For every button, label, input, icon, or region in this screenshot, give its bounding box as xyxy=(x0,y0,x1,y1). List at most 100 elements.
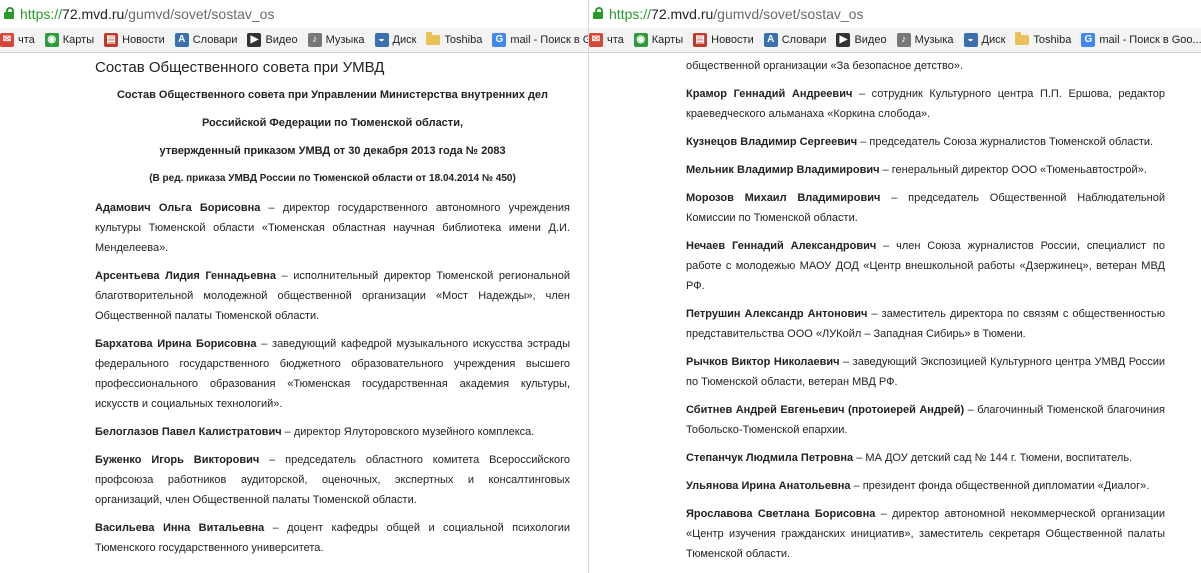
member-entry: Бархатова Ирина Борисовна – заведующий к… xyxy=(95,334,570,414)
mail-icon: ✉ xyxy=(589,33,603,47)
document-heading-revision: (В ред. приказа УМВД России по Тюменской… xyxy=(149,173,516,184)
bookmark-item[interactable]: ▶ Видео xyxy=(247,28,298,52)
document-heading-line-3: утвержденный приказом УМВД от 30 декабря… xyxy=(159,145,506,157)
member-entry: Крамор Геннадий Андреевич – сотрудник Ку… xyxy=(686,84,1165,124)
bookmark-item[interactable]: ◒ Диск xyxy=(963,28,1005,52)
bookmark-item[interactable]: Gmail - Поиск в Goo... xyxy=(492,28,588,52)
member-entry: Арсентьева Лидия Геннадьевна – исполните… xyxy=(95,266,570,326)
bookmark-label: Словари xyxy=(781,34,827,46)
bookmark-item[interactable]: A Словари xyxy=(174,28,238,52)
bookmark-label: mail - Поиск в Goo... xyxy=(510,34,588,46)
google-icon: G xyxy=(1081,33,1096,47)
bookmark-label: Toshiba xyxy=(444,34,483,46)
bookmark-label: mail - Поиск в Goo... xyxy=(1099,34,1201,46)
member-entry: Нечаев Геннадий Александрович – член Сою… xyxy=(686,236,1165,296)
bookmark-label: чта xyxy=(607,34,624,46)
bookmark-item[interactable]: ◉ Карты xyxy=(633,28,684,52)
video-icon: ▶ xyxy=(836,33,851,47)
page-title: Состав Общественного совета при УМВД xyxy=(95,59,385,76)
disk-icon: ◒ xyxy=(963,33,978,47)
bookmark-item[interactable]: ▤ Новости xyxy=(104,28,165,52)
member-list: Крамор Геннадий Андреевич – сотрудник Ку… xyxy=(686,84,1165,564)
url-path: /gumvd/sovet/sostav_os xyxy=(713,6,864,22)
member-description: – генеральный директор ООО «Тюменьавтост… xyxy=(879,164,1147,176)
news-icon: ▤ xyxy=(693,33,708,47)
member-entry: Кузнецов Владимир Сергеевич – председате… xyxy=(686,132,1165,152)
member-entry: Васильева Инна Витальевна – доцент кафед… xyxy=(95,518,570,558)
lock-icon xyxy=(4,7,14,19)
folder-icon xyxy=(426,32,441,45)
url-path: /gumvd/sovet/sostav_os xyxy=(124,6,275,22)
member-entry: Морозов Михаил Владимирович – председате… xyxy=(686,188,1165,228)
music-icon: ♪ xyxy=(307,33,322,47)
bookmark-label: Новости xyxy=(122,34,165,46)
bookmark-item[interactable]: Toshiba xyxy=(426,28,482,52)
page-content: Состав Общественного совета при УМВД Сос… xyxy=(0,52,588,573)
bookmark-item[interactable]: ♪ Музыка xyxy=(307,28,365,52)
member-name: Бархатова Ирина Борисовна xyxy=(95,338,257,350)
member-name: Ульянова Ирина Анатольевна xyxy=(686,480,851,492)
browser-window-left: https://72.mvd.ru/gumvd/sovet/sostav_os … xyxy=(0,0,588,573)
member-entry: Рычков Виктор Николаевич – заведующий Эк… xyxy=(686,352,1165,392)
member-description: – председатель Союза журналистов Тюменск… xyxy=(857,136,1154,148)
bookmarks-bar: ✉ чта ◉ Карты ▤ Новости A Словари ▶ Видео ♪ Музыка ◒… xyxy=(0,28,588,53)
member-name: Морозов Михаил Владимирович xyxy=(686,192,881,204)
bookmark-item[interactable]: Gmail - Поиск в Goo... xyxy=(1081,28,1201,52)
dictionary-icon: A xyxy=(763,33,778,47)
bookmark-item[interactable]: Toshiba xyxy=(1015,28,1071,52)
page-content: общественной организации «За безопасное … xyxy=(589,52,1201,573)
bookmark-item[interactable]: ◉ Карты xyxy=(44,28,95,52)
url-host: 72.mvd.ru xyxy=(62,6,125,22)
member-name: Адамович Ольга Борисовна xyxy=(95,202,261,214)
url-prefix: https:// xyxy=(20,6,63,22)
bookmark-label: Диск xyxy=(392,34,417,46)
bookmark-label: Карты xyxy=(62,34,95,46)
member-entry: Белоглазов Павел Калистратович – директо… xyxy=(95,422,570,442)
news-icon: ▤ xyxy=(104,33,119,47)
bookmark-label: Словари xyxy=(192,34,238,46)
document-heading-line-2: Российской Федерации по Тюменской област… xyxy=(201,117,464,129)
member-entry: Мельник Владимир Владимирович – генераль… xyxy=(686,160,1165,180)
bookmark-label: чта xyxy=(18,34,35,46)
document-heading-line-1: Состав Общественного совета при Управлен… xyxy=(116,89,549,101)
bookmark-label: Новости xyxy=(711,34,754,46)
url-text[interactable]: https://72.mvd.ru/gumvd/sovet/sostav_os xyxy=(609,6,863,22)
bookmark-item[interactable]: ✉ чта xyxy=(589,28,624,52)
member-name: Сбитнев Андрей Евгеньевич (протоиерей Ан… xyxy=(686,404,965,416)
maps-icon: ◉ xyxy=(44,33,59,47)
member-entry: Адамович Ольга Борисовна – директор госу… xyxy=(95,198,570,258)
google-icon: G xyxy=(492,33,507,47)
member-name: Крамор Геннадий Андреевич xyxy=(686,88,853,100)
url-text[interactable]: https://72.mvd.ru/gumvd/sovet/sostav_os xyxy=(20,6,274,22)
bookmark-label: Карты xyxy=(651,34,684,46)
member-description: – президент фонда общественной дипломати… xyxy=(850,480,1150,492)
member-entry: Сбитнев Андрей Евгеньевич (протоиерей Ан… xyxy=(686,400,1165,440)
member-list: Адамович Ольга Борисовна – директор госу… xyxy=(95,198,570,558)
bookmark-item[interactable]: ▤ Новости xyxy=(693,28,754,52)
member-name: Мельник Владимир Владимирович xyxy=(686,164,880,176)
url-prefix: https:// xyxy=(609,6,652,22)
dictionary-icon: A xyxy=(174,33,189,47)
member-name: Ярославова Светлана Борисовна xyxy=(686,508,876,520)
member-name: Кузнецов Владимир Сергеевич xyxy=(686,136,858,148)
browser-window-right: https://72.mvd.ru/gumvd/sovet/sostav_os … xyxy=(588,0,1201,573)
member-entry: Ульянова Ирина Анатольевна – президент ф… xyxy=(686,476,1165,496)
address-bar[interactable]: https://72.mvd.ru/gumvd/sovet/sostav_os xyxy=(0,0,588,28)
member-name: Петрушин Александр Антонович xyxy=(686,308,868,320)
bookmark-item[interactable]: ♪ Музыка xyxy=(896,28,954,52)
bookmark-label: Музыка xyxy=(914,34,954,46)
bookmark-item[interactable]: ▶ Видео xyxy=(836,28,887,52)
bookmark-item[interactable]: A Словари xyxy=(763,28,827,52)
music-icon: ♪ xyxy=(896,33,911,47)
folder-icon xyxy=(1015,32,1030,45)
address-bar[interactable]: https://72.mvd.ru/gumvd/sovet/sostav_os xyxy=(589,0,1201,28)
member-name: Степанчук Людмила Петровна xyxy=(686,452,854,464)
disk-icon: ◒ xyxy=(374,33,389,47)
bookmarks-bar: ✉ чта ◉ Карты ▤ Новости A Словари ▶ Видео ♪ Музыка ◒… xyxy=(589,28,1201,53)
bookmark-item[interactable]: ✉ чта xyxy=(0,28,35,52)
member-entry-fragment: общественной организации «За безопасное … xyxy=(686,60,964,72)
member-description: – директор Ялуторовского музейного компл… xyxy=(281,426,535,438)
bookmark-item[interactable]: ◒ Диск xyxy=(374,28,417,52)
member-entry: Буженко Игорь Викторович – председатель … xyxy=(95,450,570,510)
video-icon: ▶ xyxy=(247,33,262,47)
